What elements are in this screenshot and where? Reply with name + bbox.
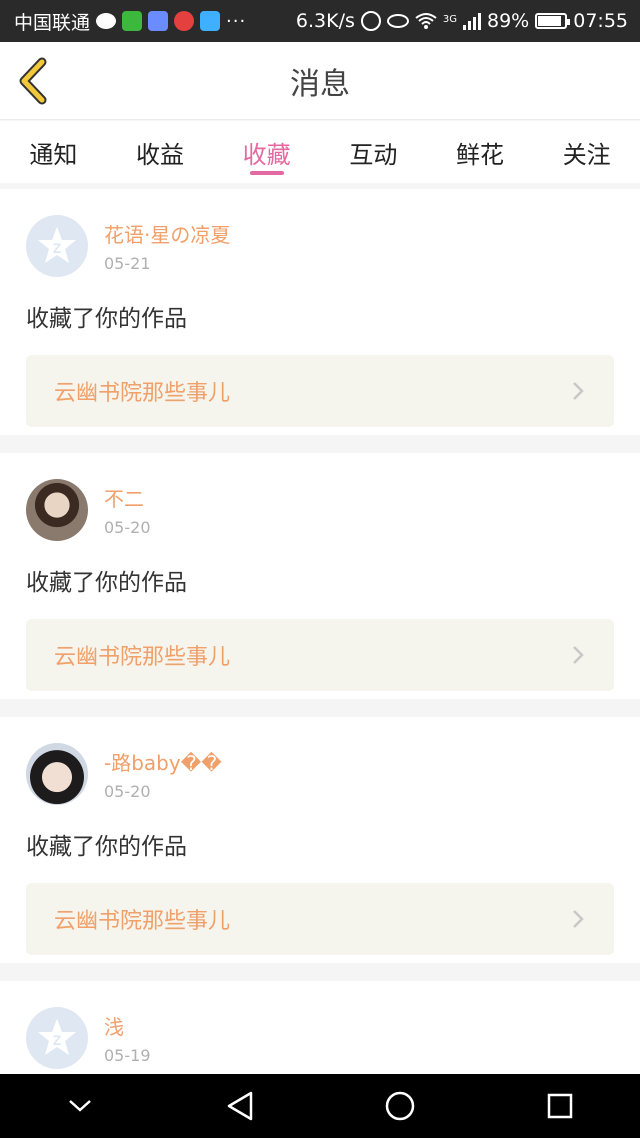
work-title: 云幽书院那些事儿	[54, 381, 231, 406]
system-nav-bar	[0, 1074, 640, 1138]
wifi-icon	[415, 13, 437, 29]
message-card: 不二 05-20 收藏了你的作品 云幽书院那些事儿	[0, 453, 640, 699]
back-triangle-icon[interactable]	[220, 1086, 260, 1126]
action-text: 收藏了你的作品	[26, 306, 187, 332]
tab-bar: 通知 收益 收藏 互动 鲜花 关注	[0, 121, 640, 183]
action-text: 收藏了你的作品	[26, 834, 187, 860]
message-date: 05-20	[104, 518, 151, 537]
default-avatar-icon[interactable]: Z	[26, 215, 88, 277]
collapse-icon[interactable]	[60, 1086, 100, 1126]
iqiyi-icon	[122, 11, 143, 31]
battery-icon	[535, 13, 571, 29]
tab-interaction[interactable]: 互动	[320, 121, 427, 183]
header-bar: 消息	[0, 42, 640, 120]
app-icon	[148, 11, 169, 31]
eye-icon	[386, 14, 409, 28]
user-name[interactable]: -路baby��	[104, 747, 222, 776]
chevron-left-icon[interactable]	[14, 56, 54, 106]
chevron-right-icon	[573, 382, 584, 400]
user-name[interactable]: 浅	[104, 1011, 151, 1040]
work-link[interactable]: 云幽书院那些事儿	[26, 355, 614, 427]
tab-flowers[interactable]: 鲜花	[427, 121, 534, 183]
home-circle-icon[interactable]	[380, 1086, 420, 1126]
data-saver-icon	[360, 11, 381, 31]
status-bar: 中国联通 ··· 6.3K/s 3G 89% 07:55	[0, 0, 640, 42]
work-title: 云幽书院那些事儿	[54, 645, 231, 670]
default-avatar-icon[interactable]: Z	[26, 1007, 88, 1069]
page-title: 消息	[290, 66, 350, 102]
message-list: Z 花语·星の凉夏 05-21 收藏了你的作品 云幽书院那些事儿 不二 05-2…	[0, 189, 640, 1091]
carrier-label: 中国联通	[14, 11, 91, 34]
tab-favorites[interactable]: 收藏	[213, 121, 320, 183]
signal-icon	[463, 12, 481, 30]
message-date: 05-21	[104, 254, 151, 273]
user-avatar[interactable]	[26, 743, 88, 805]
tab-notifications[interactable]: 通知	[0, 121, 107, 183]
work-title: 云幽书院那些事儿	[54, 909, 231, 934]
user-avatar[interactable]	[26, 479, 88, 541]
message-date: 05-20	[104, 782, 151, 801]
music-icon	[174, 11, 195, 31]
user-name[interactable]: 花语·星の凉夏	[104, 219, 230, 248]
message-card: Z 花语·星の凉夏 05-21 收藏了你的作品 云幽书院那些事儿	[0, 189, 640, 435]
chevron-right-icon	[573, 910, 584, 928]
more-dots-icon: ···	[226, 10, 247, 32]
chat-icon	[96, 13, 117, 29]
net-speed: 6.3K/s	[295, 10, 355, 32]
battery-percent: 89%	[487, 10, 530, 32]
work-link[interactable]: 云幽书院那些事儿	[26, 619, 614, 691]
message-date: 05-19	[104, 1046, 151, 1065]
clock: 07:55	[573, 10, 628, 32]
user-name[interactable]: 不二	[104, 483, 151, 512]
signal-type: 3G	[442, 14, 457, 25]
tab-earnings[interactable]: 收益	[107, 121, 214, 183]
action-text: 收藏了你的作品	[26, 570, 187, 596]
svg-text:Z: Z	[53, 240, 62, 256]
video-icon	[200, 11, 221, 31]
work-link[interactable]: 云幽书院那些事儿	[26, 883, 614, 955]
message-card: -路baby�� 05-20 收藏了你的作品 云幽书院那些事儿	[0, 717, 640, 963]
tab-following[interactable]: 关注	[533, 121, 640, 183]
svg-text:Z: Z	[53, 1032, 62, 1048]
recents-square-icon[interactable]	[540, 1086, 580, 1126]
chevron-right-icon	[573, 646, 584, 664]
